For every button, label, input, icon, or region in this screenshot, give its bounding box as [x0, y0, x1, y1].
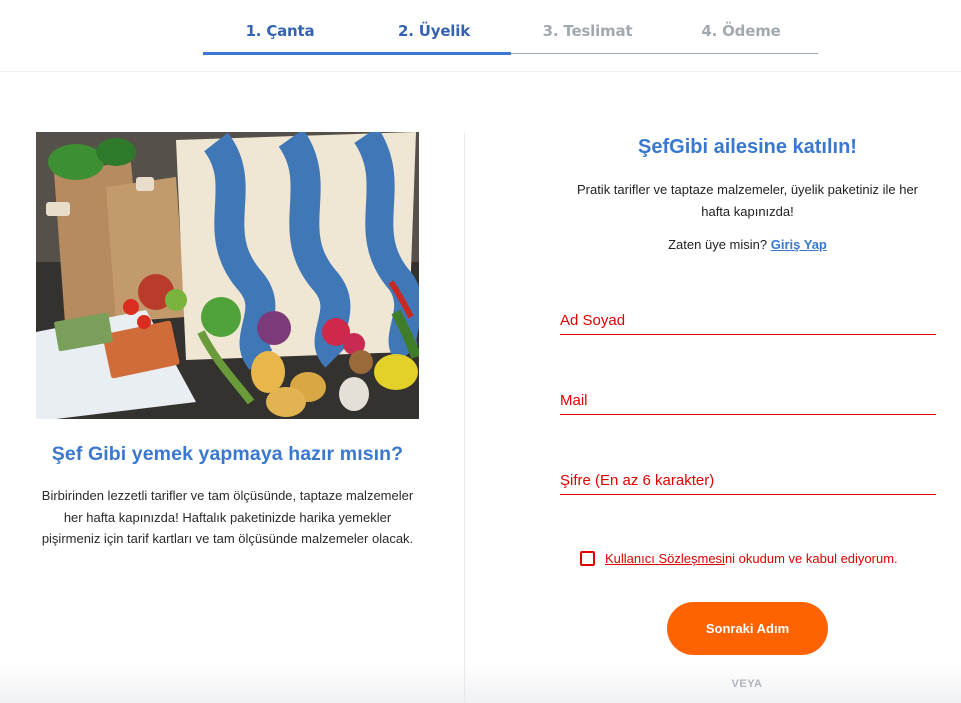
promo-title: Şef Gibi yemek yapmaya hazır mısın?	[51, 443, 404, 465]
mail-input[interactable]	[560, 385, 936, 414]
or-separator: VEYA	[731, 678, 763, 690]
next-step-button[interactable]: Sonraki Adım	[667, 602, 828, 655]
login-prompt: Zaten üye misin?	[668, 237, 768, 252]
groceries-photo	[36, 132, 419, 419]
checkout-stepper: 1. Çanta 2. Üyelik 3. Teslimat 4. Ödeme	[0, 0, 961, 72]
step-progress-bar	[511, 53, 664, 54]
signup-title: ŞefGibi ailesine katılın!	[638, 136, 857, 158]
step-odeme[interactable]: 4. Ödeme	[664, 0, 818, 55]
promo-description: Birbirinden lezzetli tarifler ve tam ölç…	[41, 488, 414, 546]
step-progress-bar	[357, 52, 511, 55]
promo-panel: Şef Gibi yemek yapmaya hazır mısın? Birb…	[0, 72, 464, 703]
agreement-rest: ni okudum ve kabul ediyorum.	[724, 550, 898, 566]
step-label: 3. Teslimat	[542, 22, 633, 40]
mail-field	[560, 385, 936, 415]
step-progress-bar	[203, 52, 357, 55]
password-field	[560, 465, 936, 495]
step-canta[interactable]: 1. Çanta	[203, 0, 357, 55]
step-label: 4. Ödeme	[701, 22, 781, 40]
name-input[interactable]	[560, 305, 936, 334]
step-progress-bar	[664, 53, 818, 54]
login-prompt-line: Zaten üye misin? Giriş Yap	[565, 237, 930, 252]
user-agreement-link[interactable]: Kullanıcı Sözleşmesi	[605, 551, 725, 566]
name-field	[560, 305, 936, 335]
agreement-text: Kullanıcı Sözleşmesini okudum ve kabul e…	[605, 551, 898, 566]
step-teslimat[interactable]: 3. Teslimat	[511, 0, 664, 55]
step-label: 2. Üyelik	[398, 22, 470, 40]
signup-panel: ŞefGibi ailesine katılın! Pratik tarifle…	[465, 72, 961, 703]
groceries-illustration	[36, 132, 419, 419]
step-label: 1. Çanta	[245, 22, 315, 40]
step-uyelik[interactable]: 2. Üyelik	[357, 0, 511, 55]
stepper-steps: 1. Çanta 2. Üyelik 3. Teslimat 4. Ödeme	[203, 0, 818, 72]
password-input[interactable]	[560, 465, 936, 494]
agreement-row: Kullanıcı Sözleşmesini okudum ve kabul e…	[580, 549, 940, 567]
agreement-checkbox[interactable]	[580, 550, 595, 566]
signup-subtitle: Pratik tarifler ve taptaze malzemeler, ü…	[576, 182, 919, 219]
login-link[interactable]: Giriş Yap	[771, 237, 827, 252]
